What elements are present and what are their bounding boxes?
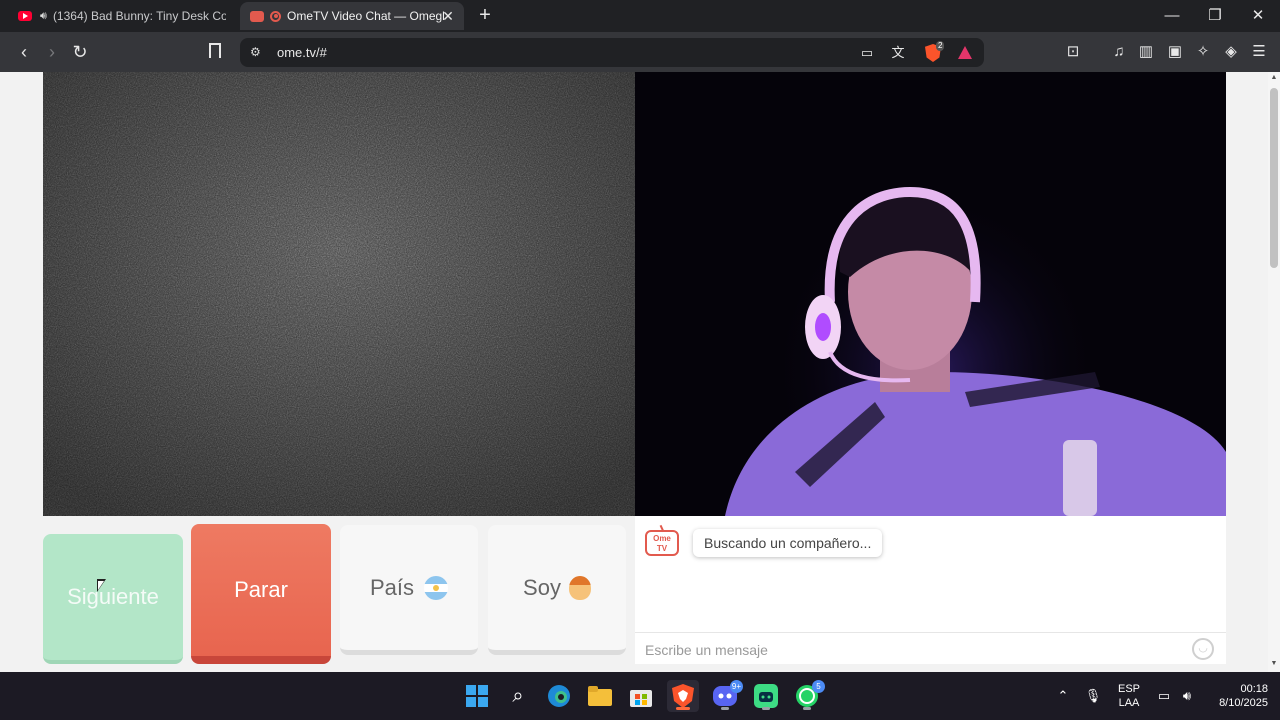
emoji-icon[interactable]: ◡ (1192, 638, 1214, 660)
back-icon[interactable]: ‹ (12, 40, 36, 64)
wallet-icon[interactable]: ▣ (1164, 41, 1186, 63)
chat-input-bar: ◡ (635, 632, 1226, 664)
start-button[interactable] (461, 680, 493, 712)
language-indicator[interactable]: ESP LAA (1114, 682, 1144, 710)
ometv-page: Siguiente Parar País Soy Ome TV Buscando… (0, 72, 1280, 672)
close-window-icon[interactable]: ✕ (1236, 0, 1280, 32)
clock-time: 00:18 (1240, 683, 1268, 695)
scroll-thumb[interactable] (1270, 88, 1278, 268)
discord-badge: 9+ (729, 680, 743, 693)
cast-icon[interactable]: ▭ (857, 43, 877, 63)
ometv-logo-icon: Ome TV (645, 530, 679, 556)
new-tab-button[interactable]: + (474, 4, 496, 26)
running-indicator (803, 707, 811, 710)
clock-date: 8/10/2025 (1219, 697, 1268, 709)
chat-panel: Ome TV Buscando un compañero... ◡ (635, 516, 1226, 664)
next-button[interactable]: Siguiente (43, 534, 183, 664)
scroll-up-icon[interactable]: ▲ (1269, 74, 1279, 81)
tab-ometv[interactable]: OmeTV Video Chat — Omegl ✕ (240, 2, 464, 30)
clock[interactable]: 00:18 8/10/2025 (1204, 682, 1268, 710)
brave-rewards-icon[interactable] (958, 46, 972, 59)
tab-strip: 🔊︎ (1364) Bad Bunny: Tiny Desk Con OmeTV… (0, 0, 1280, 32)
language-code: ESP (1117, 683, 1140, 695)
minimize-icon[interactable]: — (1150, 0, 1194, 32)
network-icon[interactable]: ▭ (1155, 688, 1173, 704)
windows-taskbar: ⌕ 9+ 5 ⌃ 🎙︎ ESP LAA ▭ 🔊︎ 00:18 8/10/2025 (0, 672, 1280, 720)
restore-icon[interactable]: ❐ (1193, 0, 1237, 32)
search-icon[interactable]: ⌕ (502, 680, 534, 712)
file-explorer-icon[interactable] (584, 680, 616, 712)
whatsapp-icon[interactable]: 5 (791, 680, 825, 712)
windows-logo-icon (466, 685, 488, 707)
whatsapp-badge: 5 (812, 680, 825, 693)
ometv-icon (250, 10, 264, 22)
microphone-icon[interactable]: 🎙︎ (1084, 688, 1102, 704)
country-button[interactable]: País (340, 525, 478, 655)
android-studio-icon[interactable] (750, 680, 782, 712)
tab-title: OmeTV Video Chat — Omegl (287, 9, 445, 23)
youtube-icon (18, 11, 32, 21)
gender-button[interactable]: Soy (488, 525, 626, 655)
sidebar-icon[interactable]: ▥ (1135, 41, 1157, 63)
next-button-label: Siguiente (67, 584, 159, 609)
menu-icon[interactable]: ☰ (1248, 41, 1270, 63)
volume-icon[interactable]: 🔊︎ (1178, 688, 1196, 704)
boy-face-icon (568, 575, 591, 600)
site-settings-icon[interactable]: ⚙ (250, 45, 264, 59)
running-indicator (762, 707, 770, 710)
bookmark-icon[interactable] (209, 43, 221, 58)
tab-title: (1364) Bad Bunny: Tiny Desk Con (52, 9, 226, 23)
self-camera-video (635, 72, 1226, 516)
leo-ai-icon[interactable]: ✧ (1192, 41, 1214, 63)
keyboard-layout: LAA (1118, 697, 1140, 709)
scroll-down-icon[interactable]: ▼ (1269, 660, 1279, 667)
gender-button-label: Soy (523, 574, 561, 600)
mouse-cursor-icon (97, 579, 106, 592)
address-bar[interactable]: ⚙ ome.tv/# ▭ 文 2 (240, 38, 984, 67)
running-indicator (676, 707, 690, 710)
running-indicator (721, 707, 729, 710)
status-message: Buscando un compañero... (693, 529, 883, 557)
media-icon[interactable]: ♫ (1108, 41, 1130, 63)
speaker-icon[interactable]: 🔊︎ (40, 10, 47, 23)
country-button-label: País (369, 574, 415, 600)
message-input[interactable] (645, 639, 1175, 661)
reload-icon[interactable]: ↻ (68, 40, 92, 64)
microsoft-store-icon[interactable] (625, 680, 657, 712)
url-text[interactable]: ome.tv/# (277, 45, 327, 60)
close-tab-icon[interactable]: ✕ (440, 8, 456, 25)
tab-youtube[interactable]: 🔊︎ (1364) Bad Bunny: Tiny Desk Con (8, 2, 236, 30)
stop-button-label: Parar (234, 577, 288, 602)
argentina-flag-icon (424, 575, 449, 600)
stop-button[interactable]: Parar (191, 524, 331, 664)
show-hidden-icons-icon[interactable]: ⌃ (1054, 688, 1072, 704)
translate-icon[interactable]: 文 (888, 43, 908, 63)
discord-icon[interactable]: 9+ (709, 680, 743, 712)
edge-icon[interactable] (543, 680, 575, 712)
screenshot-icon[interactable]: ⊡ (1062, 41, 1084, 63)
recording-icon (270, 10, 281, 22)
shield-count-badge: 2 (936, 41, 945, 51)
page-scrollbar[interactable]: ▲ ▼ (1268, 72, 1280, 672)
partner-video (43, 72, 635, 516)
vpn-icon[interactable]: ◈ (1220, 41, 1242, 63)
brave-taskbar-icon[interactable] (667, 680, 699, 712)
forward-icon[interactable]: › (40, 40, 64, 64)
